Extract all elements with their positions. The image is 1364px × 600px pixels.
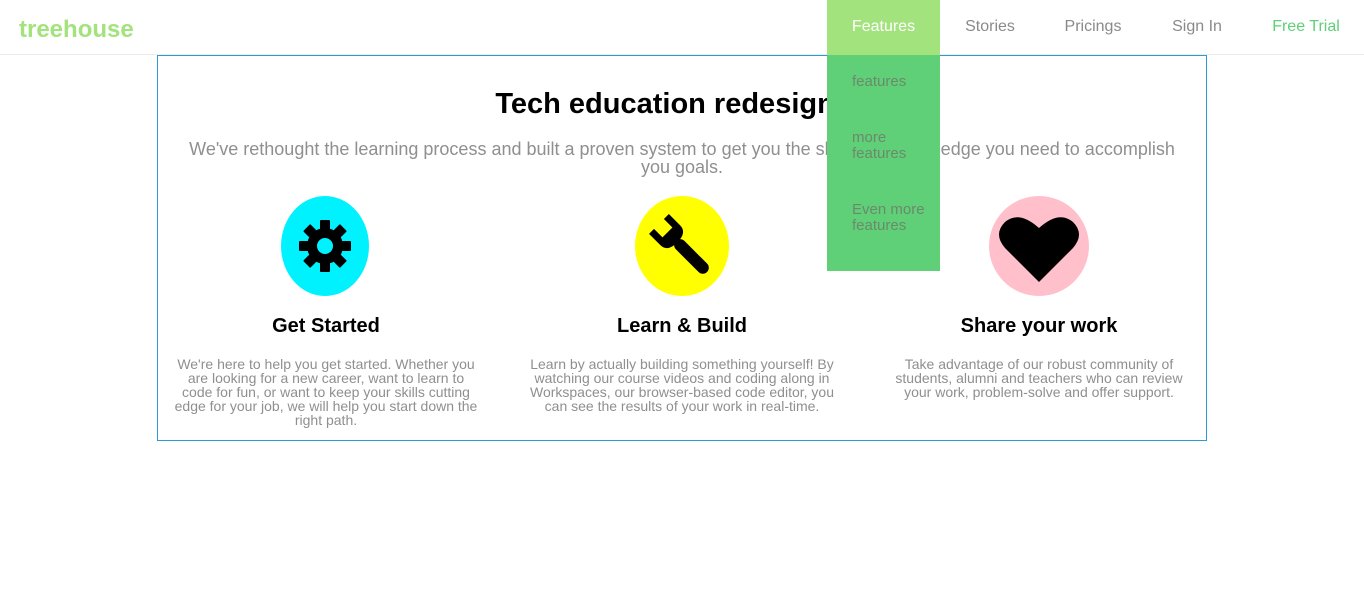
- page: treehouse Features Stories Pricings Sign…: [0, 0, 1364, 600]
- dropdown-item-even-more-features[interactable]: Even more features: [852, 202, 932, 234]
- feature-title: Share your work: [960, 315, 1118, 337]
- site-header: treehouse Features Stories Pricings Sign…: [0, 0, 1364, 55]
- feature-learn-build: Learn & Build Learn by actually building…: [527, 196, 837, 413]
- page-title: Tech education redesigned: [495, 88, 869, 120]
- wrench-icon: [635, 196, 729, 296]
- nav-sign-in[interactable]: Sign In: [1146, 0, 1248, 55]
- feature-title: Learn & Build: [616, 315, 747, 337]
- feature-text: Learn by actually building something you…: [529, 356, 834, 414]
- feature-text: Take advantage of our robust community o…: [895, 356, 1183, 400]
- heart-icon: [989, 196, 1089, 296]
- main-nav: Features Stories Pricings Sign In Free T…: [0, 0, 1364, 55]
- nav-features[interactable]: Features: [827, 0, 940, 55]
- features-dropdown: features more features Even more feature…: [827, 55, 940, 271]
- feature-text: We're here to help you get started. Whet…: [174, 356, 478, 428]
- nav-free-trial[interactable]: Free Trial: [1248, 0, 1364, 55]
- hero-section: Tech education redesigned We've rethough…: [157, 55, 1207, 441]
- page-subtitle: We've rethought the learning process and…: [189, 139, 1175, 177]
- nav-stories[interactable]: Stories: [940, 0, 1040, 55]
- feature-get-started: Get Started We're here to help you get s…: [171, 196, 481, 427]
- dropdown-item-features[interactable]: features: [852, 74, 932, 90]
- nav-pricings[interactable]: Pricings: [1040, 0, 1146, 55]
- gear-icon: [281, 196, 369, 296]
- feature-title: Get Started: [272, 315, 380, 337]
- dropdown-item-more-features[interactable]: more features: [852, 130, 932, 162]
